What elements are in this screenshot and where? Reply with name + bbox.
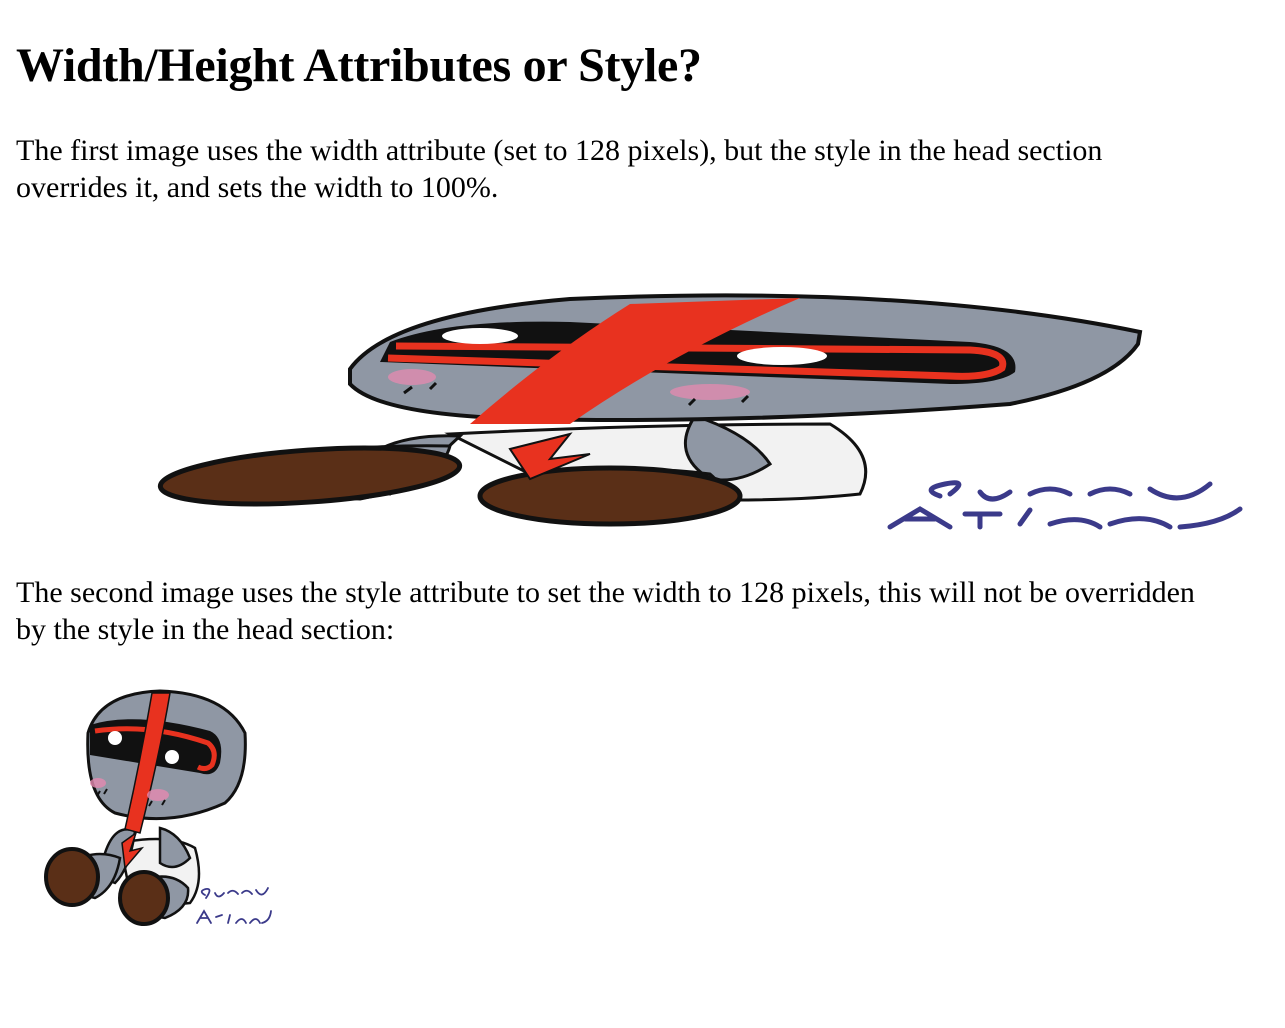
paragraph-first-image: The first image uses the width attribute… — [16, 134, 1103, 204]
robot-character-image — [44, 689, 272, 926]
normal-robot-image — [40, 683, 280, 933]
paragraph-second-image: The second image uses the style attribut… — [16, 576, 1195, 646]
page-title: Width/Height Attributes or Style? — [16, 39, 702, 92]
stretched-robot-image — [150, 284, 1250, 534]
robot-character-image — [157, 293, 1243, 530]
page-body: Width/Height Attributes or Style? The fi… — [0, 38, 1285, 206]
